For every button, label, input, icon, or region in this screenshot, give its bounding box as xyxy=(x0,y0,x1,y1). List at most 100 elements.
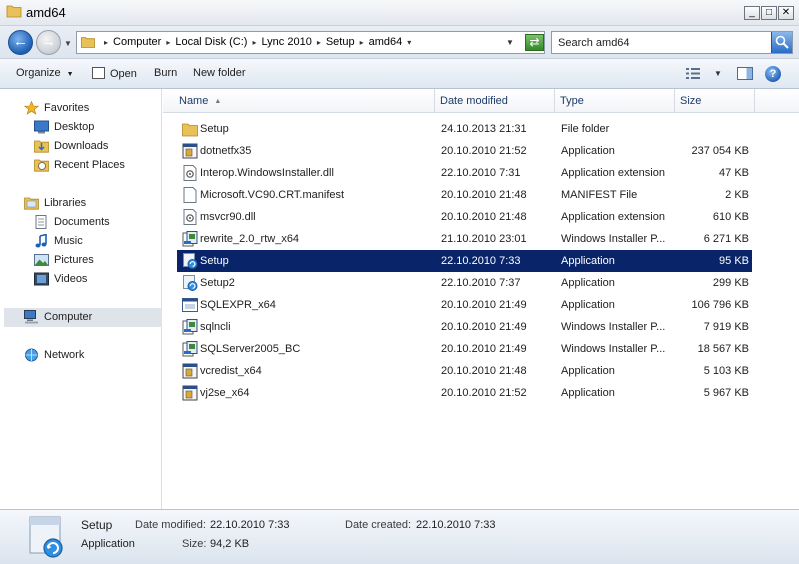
search-input[interactable] xyxy=(553,33,771,52)
back-button[interactable]: ← xyxy=(8,30,33,55)
file-name: Setup xyxy=(200,255,229,267)
details-date-created-label: Date created: xyxy=(345,519,412,531)
file-row[interactable]: Setup 24.10.2013 21:31 File folder xyxy=(177,118,752,140)
address-row: ← → ▼ ▸ Computer ▸ Local Disk (C:) ▸ Lync 201… xyxy=(0,26,799,59)
view-dropdown[interactable]: ▼ xyxy=(714,69,722,78)
search-icon[interactable] xyxy=(771,32,792,53)
window-app-icon xyxy=(182,298,198,312)
column-header-date[interactable]: Date modified xyxy=(436,89,555,113)
new-folder-button[interactable]: New folder xyxy=(193,67,246,79)
file-name: Interop.WindowsInstaller.dll xyxy=(200,167,334,179)
file-size: 47 KB xyxy=(719,167,749,179)
file-date-modified: 20.10.2010 21:48 xyxy=(441,211,527,223)
chevron-down-icon: ▼ xyxy=(66,71,74,78)
column-header-type[interactable]: Type xyxy=(556,89,675,113)
file-name: Microsoft.VC90.CRT.manifest xyxy=(200,189,345,201)
file-row[interactable]: Interop.WindowsInstaller.dll 22.10.2010 7… xyxy=(177,162,752,184)
file-date-modified: 20.10.2010 21:48 xyxy=(441,365,527,377)
file-name: vcredist_x64 xyxy=(200,365,262,377)
desktop-icon xyxy=(34,120,49,134)
file-name: rewrite_2.0_rtw_x64 xyxy=(200,233,300,245)
file-type: Windows Installer P... xyxy=(561,321,666,333)
help-icon[interactable]: ? xyxy=(765,66,781,82)
file-row[interactable]: vj2se_x64 20.10.2010 21:52 Application 5 96… xyxy=(177,382,752,404)
file-size: 7 919 KB xyxy=(703,321,749,333)
breadcrumb-item[interactable]: Computer xyxy=(113,36,161,48)
details-size: 94,2 KB xyxy=(210,538,250,550)
music-icon xyxy=(35,234,47,248)
organize-button[interactable]: Organize ▼ xyxy=(16,67,74,79)
burn-button[interactable]: Burn xyxy=(154,67,177,79)
file-date-modified: 20.10.2010 21:48 xyxy=(441,189,527,201)
file-type: MANIFEST File xyxy=(561,189,638,201)
file-row[interactable]: msvcr90.dll 20.10.2010 21:48 Application e… xyxy=(177,206,752,228)
address-bar[interactable]: ▸ Computer ▸ Local Disk (C:) ▸ Lync 2010 ▸ Setu… xyxy=(76,31,545,54)
file-row[interactable]: dotnetfx35 20.10.2010 21:52 Application 237… xyxy=(177,140,752,162)
navigation-pane xyxy=(4,89,162,509)
maximize-button[interactable]: □ xyxy=(761,6,777,20)
nav-label: Documents xyxy=(54,216,110,228)
recent-pages-dropdown[interactable]: ▼ xyxy=(64,39,72,48)
folder-icon xyxy=(6,5,22,18)
column-header-name[interactable]: Name ▲ xyxy=(175,89,435,113)
open-label: Open xyxy=(110,68,137,80)
recent-places-icon xyxy=(34,159,49,172)
open-button[interactable]: Open xyxy=(92,67,137,80)
nav-label: Libraries xyxy=(44,197,87,209)
file-type: Windows Installer P... xyxy=(561,233,666,245)
breadcrumb-item[interactable]: Lync 2010 xyxy=(261,36,311,48)
file-date-modified: 22.10.2010 7:37 xyxy=(441,277,521,289)
file-date-modified: 20.10.2010 21:52 xyxy=(441,145,527,157)
title-bar: amd64 _ □ ✕ xyxy=(0,0,799,26)
sort-ascending-icon: ▲ xyxy=(214,98,222,105)
file-name: Setup xyxy=(200,123,229,135)
minimize-button[interactable]: _ xyxy=(744,6,760,20)
preview-pane-icon[interactable] xyxy=(737,67,753,80)
star-icon xyxy=(24,101,39,115)
nav-label: Desktop xyxy=(54,121,95,133)
file-row[interactable]: Setup2 22.10.2010 7:37 Application 299 KB xyxy=(177,272,752,294)
file-type: Application xyxy=(561,387,615,399)
documents-icon xyxy=(35,215,47,229)
nav-label: Music xyxy=(54,235,83,247)
column-header-size[interactable]: Size xyxy=(676,89,755,113)
nav-label: Pictures xyxy=(54,254,94,266)
file-size: 106 796 KB xyxy=(691,299,750,311)
file-row[interactable]: vcredist_x64 20.10.2010 21:48 Application 5… xyxy=(177,360,752,382)
details-pane: Setup Application Date modified: 22.10.2… xyxy=(0,509,799,564)
search-box xyxy=(551,31,793,54)
file-row[interactable]: Microsoft.VC90.CRT.manifest 20.10.2010 21… xyxy=(177,184,752,206)
file-size: 6 271 KB xyxy=(703,233,749,245)
file-date-modified: 24.10.2013 21:31 xyxy=(441,123,527,135)
refresh-button[interactable]: ⇄ xyxy=(525,34,544,51)
setup-icon xyxy=(183,275,198,291)
details-size-label: Size: xyxy=(182,538,207,550)
file-name: dotnetfx35 xyxy=(200,145,252,157)
forward-button[interactable]: → xyxy=(36,30,61,55)
file-row[interactable]: SQLEXPR_x64 20.10.2010 21:49 Application 10… xyxy=(177,294,752,316)
msi-icon xyxy=(182,231,198,247)
breadcrumb-item[interactable]: amd64 xyxy=(369,36,403,48)
file-row[interactable]: rewrite_2.0_rtw_x64 21.10.2010 23:01 Windo… xyxy=(177,228,752,250)
breadcrumb-item[interactable]: Setup xyxy=(326,36,355,48)
file-type: Application extension xyxy=(561,167,665,179)
details-date-modified: 22.10.2010 7:33 xyxy=(210,519,290,531)
column-header-row: Name ▲ Date modified Type Size xyxy=(163,89,799,113)
app-icon xyxy=(182,385,198,401)
address-history-dropdown[interactable]: ▼ xyxy=(506,38,514,47)
file-name: SQLServer2005_BC xyxy=(200,343,301,355)
file-list: Name ▲ Date modified Type Size Setup 24.10… xyxy=(163,89,799,509)
close-button[interactable]: ✕ xyxy=(778,6,794,20)
setup-icon xyxy=(183,253,198,269)
file-icon xyxy=(183,187,197,203)
file-date-modified: 20.10.2010 21:49 xyxy=(441,343,527,355)
file-row[interactable]: Setup 22.10.2010 7:33 Application 95 KB xyxy=(177,250,752,272)
file-row[interactable]: sqlncli 20.10.2010 21:49 Windows Installer… xyxy=(177,316,752,338)
file-row[interactable]: SQLServer2005_BC 20.10.2010 21:49 Windows … xyxy=(177,338,752,360)
file-date-modified: 21.10.2010 23:01 xyxy=(441,233,527,245)
file-size: 237 054 KB xyxy=(691,145,750,157)
nav-label: Recent Places xyxy=(54,159,125,171)
breadcrumb-item[interactable]: Local Disk (C:) xyxy=(175,36,247,48)
view-options-icon[interactable] xyxy=(686,68,700,79)
downloads-icon xyxy=(34,140,49,153)
